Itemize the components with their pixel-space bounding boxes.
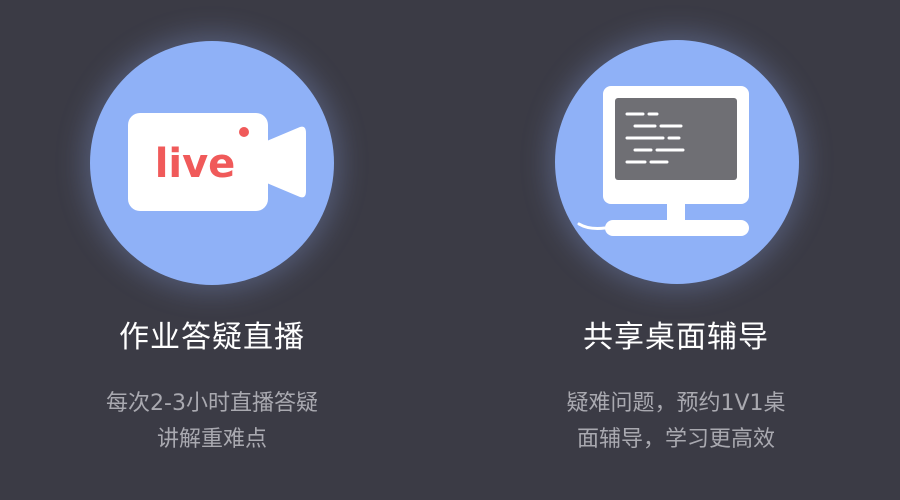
feature-description: 每次2-3小时直播答疑 讲解重难点 [32, 386, 392, 458]
live-video-camera-icon: live [128, 113, 306, 211]
feature-description-line: 疑难问题，预约1V1桌 [566, 391, 786, 416]
feature-title: 作业答疑直播 [119, 320, 305, 355]
feature-description-line: 每次2-3小时直播答疑 [106, 391, 318, 416]
feature-shared-desktop: 共享桌面辅导 疑难问题，预约1V1桌 面辅导，学习更高效 [496, 0, 856, 500]
desktop-monitor-icon [577, 86, 749, 236]
feature-description: 疑难问题，预约1V1桌 面辅导，学习更高效 [496, 386, 856, 458]
feature-live-qa: live 作业答疑直播 每次2-3小时直播答疑 讲解重难点 [32, 0, 392, 500]
desktop-icon-circle [555, 40, 799, 284]
live-icon-circle: live [90, 41, 334, 285]
live-icon-text: live [155, 141, 236, 187]
feature-title: 共享桌面辅导 [583, 320, 769, 355]
feature-description-line: 面辅导，学习更高效 [576, 427, 775, 452]
feature-description-line: 讲解重难点 [156, 427, 267, 452]
